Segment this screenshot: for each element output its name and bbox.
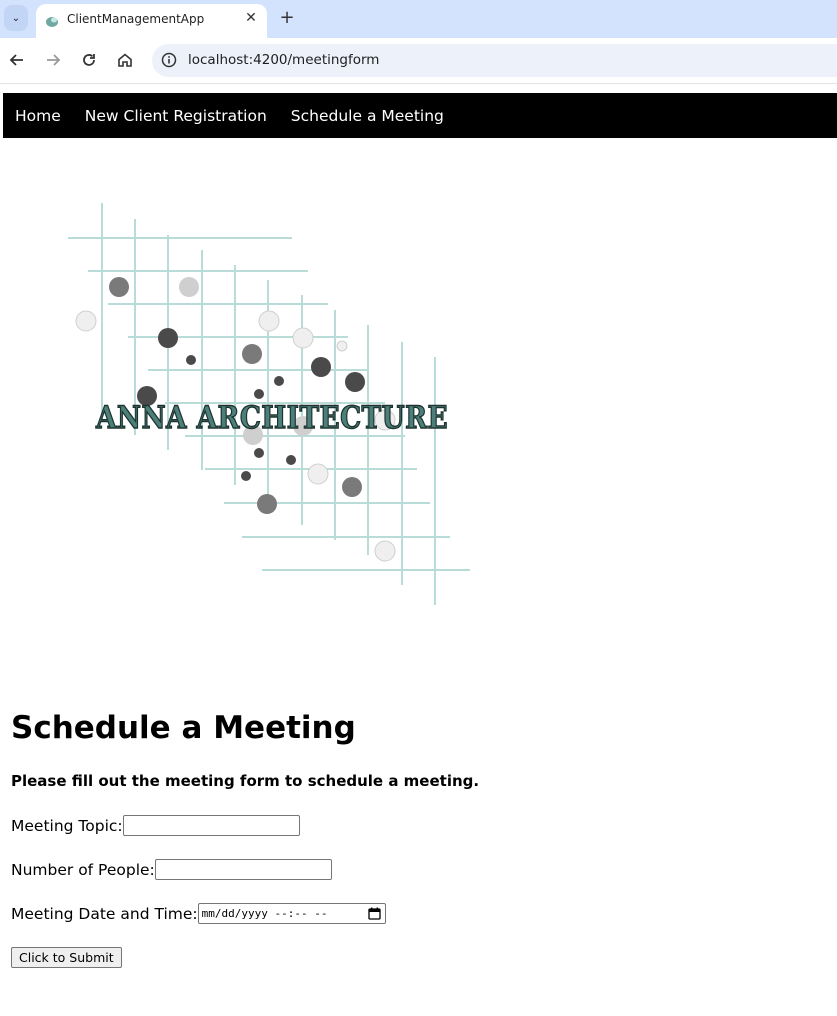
forward-arrow-icon[interactable] — [43, 50, 63, 70]
nav-link-new-client-registration[interactable]: New Client Registration — [85, 107, 267, 125]
browser-tab-bar: ⌄ ClientManagementApp ✕ + — [0, 0, 837, 38]
meeting-datetime-label: Meeting Date and Time: — [11, 904, 198, 923]
nav-link-home[interactable]: Home — [15, 107, 61, 125]
browser-toolbar: localhost:4200/meetingform — [0, 38, 837, 84]
nav-link-schedule-meeting[interactable]: Schedule a Meeting — [291, 107, 444, 125]
number-of-people-label: Number of People: — [11, 860, 155, 879]
form-instructions: Please fill out the meeting form to sche… — [11, 772, 480, 790]
meeting-topic-label: Meeting Topic: — [11, 816, 123, 835]
submit-button[interactable]: Click to Submit — [11, 947, 122, 968]
browser-tab[interactable]: ClientManagementApp ✕ — [36, 4, 267, 38]
number-of-people-row: Number of People: — [11, 859, 332, 880]
reload-icon[interactable] — [79, 50, 99, 70]
meeting-datetime-input[interactable]: mm/dd/yyyy --:-- -- — [197, 903, 386, 924]
tab-search-chevron-icon[interactable]: ⌄ — [4, 5, 28, 31]
calendar-icon[interactable] — [367, 907, 381, 920]
tab-title: ClientManagementApp — [67, 12, 205, 26]
close-icon[interactable]: ✕ — [243, 10, 259, 26]
page-title: Schedule a Meeting — [11, 710, 356, 746]
number-of-people-input[interactable] — [154, 859, 332, 880]
logo-wordmark: ANNA ARCHITECTURE — [95, 400, 448, 436]
app-favicon-icon — [46, 17, 58, 27]
url-text: localhost:4200/meetingform — [188, 52, 380, 68]
meeting-datetime-row: Meeting Date and Time: mm/dd/yyyy --:-- … — [11, 903, 386, 924]
site-info-icon[interactable] — [161, 52, 177, 68]
meeting-topic-input[interactable] — [122, 815, 300, 836]
datetime-placeholder: mm/dd/yyyy --:-- -- — [201, 907, 328, 920]
home-icon[interactable] — [115, 50, 135, 70]
back-arrow-icon[interactable] — [7, 50, 27, 70]
app-navbar: Home New Client Registration Schedule a … — [3, 93, 837, 138]
meeting-topic-row: Meeting Topic: — [11, 815, 300, 836]
new-tab-plus-icon[interactable]: + — [278, 8, 296, 28]
address-bar[interactable]: localhost:4200/meetingform — [152, 44, 837, 77]
anna-architecture-logo: ANNA ARCHITECTURE — [68, 203, 470, 605]
